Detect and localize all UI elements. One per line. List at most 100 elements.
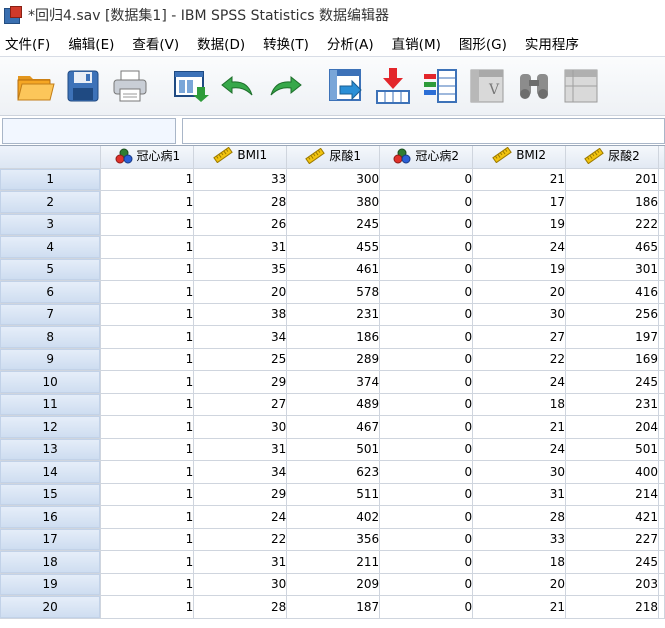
data-cell[interactable]: 19 <box>472 258 567 281</box>
data-cell[interactable]: 21 <box>472 168 567 191</box>
row-number[interactable]: 13 <box>0 438 102 461</box>
data-cell[interactable]: 27 <box>193 393 288 416</box>
data-cell[interactable]: 17 <box>472 190 567 214</box>
data-cell[interactable]: 623 <box>286 460 381 484</box>
data-cell[interactable]: 31 <box>193 438 288 461</box>
menu-file[interactable]: 文件(F) <box>0 33 59 53</box>
data-cell[interactable]: 467 <box>286 415 381 439</box>
data-cell[interactable]: 222 <box>565 213 659 236</box>
empty-cell[interactable] <box>658 213 665 236</box>
empty-cell[interactable] <box>658 595 665 619</box>
data-cell[interactable]: 21 <box>472 595 567 619</box>
data-cell[interactable]: 34 <box>193 460 288 484</box>
save-button[interactable] <box>61 64 105 108</box>
row-number[interactable]: 16 <box>0 505 102 529</box>
menu-graphs[interactable]: 图形(G) <box>450 33 516 53</box>
data-cell[interactable]: 1 <box>100 280 195 304</box>
data-cell[interactable]: 461 <box>286 258 381 281</box>
data-cell[interactable]: 489 <box>286 393 381 416</box>
cell-reference-box[interactable] <box>2 118 176 144</box>
data-cell[interactable]: 0 <box>379 438 474 461</box>
data-cell[interactable]: 169 <box>565 348 659 371</box>
find-button[interactable] <box>512 64 556 108</box>
data-cell[interactable]: 1 <box>100 460 195 484</box>
empty-cell[interactable] <box>658 235 665 259</box>
data-cell[interactable]: 301 <box>565 258 659 281</box>
data-cell[interactable]: 204 <box>565 415 659 439</box>
empty-cell[interactable] <box>658 348 665 371</box>
data-cell[interactable]: 186 <box>286 325 381 349</box>
menu-direct-marketing[interactable]: 直销(M) <box>383 33 450 53</box>
empty-cell[interactable] <box>658 190 665 214</box>
menu-transform[interactable]: 转换(T) <box>254 33 318 53</box>
print-button[interactable] <box>108 64 152 108</box>
menu-analyze[interactable]: 分析(A) <box>318 33 383 53</box>
data-cell[interactable]: 1 <box>100 528 195 551</box>
row-number[interactable]: 1 <box>0 168 102 191</box>
undo-button[interactable] <box>216 64 260 108</box>
data-cell[interactable]: 0 <box>379 528 474 551</box>
data-cell[interactable]: 0 <box>379 213 474 236</box>
data-cell[interactable]: 231 <box>286 303 381 326</box>
menu-edit[interactable]: 编辑(E) <box>59 33 123 53</box>
data-cell[interactable]: 35 <box>193 258 288 281</box>
data-cell[interactable]: 245 <box>565 550 659 574</box>
data-cell[interactable]: 19 <box>472 213 567 236</box>
empty-cell[interactable] <box>658 573 665 596</box>
data-cell[interactable]: 211 <box>286 550 381 574</box>
empty-cell[interactable] <box>658 505 665 529</box>
data-cell[interactable]: 0 <box>379 483 474 506</box>
data-cell[interactable]: 24 <box>472 235 567 259</box>
data-cell[interactable]: 33 <box>472 528 567 551</box>
empty-cell[interactable] <box>658 303 665 326</box>
grid-corner[interactable] <box>0 146 102 169</box>
data-cell[interactable]: 29 <box>193 370 288 394</box>
data-cell[interactable]: 0 <box>379 190 474 214</box>
data-cell[interactable]: 34 <box>193 325 288 349</box>
data-cell[interactable]: 1 <box>100 505 195 529</box>
empty-cell[interactable] <box>658 460 665 484</box>
row-number[interactable]: 2 <box>0 190 102 214</box>
data-cell[interactable]: 22 <box>472 348 567 371</box>
data-cell[interactable]: 1 <box>100 573 195 596</box>
data-cell[interactable]: 30 <box>193 573 288 596</box>
data-cell[interactable]: 30 <box>193 415 288 439</box>
data-cell[interactable]: 501 <box>286 438 381 461</box>
data-cell[interactable]: 231 <box>565 393 659 416</box>
row-number[interactable]: 8 <box>0 325 102 349</box>
data-cell[interactable]: 20 <box>472 280 567 304</box>
data-cell[interactable]: 501 <box>565 438 659 461</box>
data-cell[interactable]: 31 <box>193 235 288 259</box>
data-cell[interactable]: 38 <box>193 303 288 326</box>
data-cell[interactable]: 1 <box>100 348 195 371</box>
empty-cell[interactable] <box>658 415 665 439</box>
menu-view[interactable]: 查看(V) <box>123 33 188 53</box>
goto-variable-button[interactable] <box>371 64 415 108</box>
data-cell[interactable]: 29 <box>193 483 288 506</box>
run-descriptives-button[interactable]: V <box>465 64 509 108</box>
data-cell[interactable]: 0 <box>379 280 474 304</box>
data-cell[interactable]: 511 <box>286 483 381 506</box>
data-cell[interactable]: 20 <box>193 280 288 304</box>
data-cell[interactable]: 1 <box>100 190 195 214</box>
data-cell[interactable]: 209 <box>286 573 381 596</box>
row-number[interactable]: 7 <box>0 303 102 326</box>
empty-cell[interactable] <box>658 393 665 416</box>
data-cell[interactable]: 31 <box>193 550 288 574</box>
data-cell[interactable]: 0 <box>379 235 474 259</box>
data-cell[interactable]: 465 <box>565 235 659 259</box>
row-number[interactable]: 4 <box>0 235 102 259</box>
data-cell[interactable]: 30 <box>472 303 567 326</box>
data-cell[interactable]: 22 <box>193 528 288 551</box>
data-cell[interactable]: 578 <box>286 280 381 304</box>
row-number[interactable]: 14 <box>0 460 102 484</box>
data-cell[interactable]: 1 <box>100 168 195 191</box>
column-header[interactable]: BMI2 <box>472 146 567 169</box>
variables-button[interactable] <box>418 64 462 108</box>
data-cell[interactable]: 0 <box>379 168 474 191</box>
data-cell[interactable]: 0 <box>379 460 474 484</box>
column-header[interactable]: 尿酸1 <box>286 146 381 169</box>
data-cell[interactable]: 26 <box>193 213 288 236</box>
insert-cases-button[interactable] <box>559 64 603 108</box>
data-cell[interactable]: 0 <box>379 258 474 281</box>
